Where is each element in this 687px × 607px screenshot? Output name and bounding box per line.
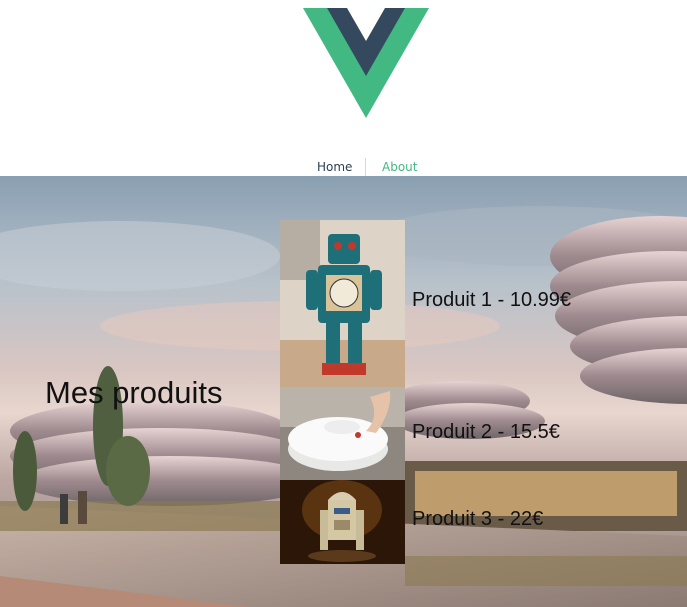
vue-logo [303,8,429,118]
nav-separator [365,158,366,176]
main-nav: Home About [0,152,687,176]
robot-vacuum-icon [280,387,405,480]
product-image-3[interactable] [280,480,405,564]
page-title: Mes produits [45,375,223,410]
app-page: Home About Mes produits Produit 1 - 10.9… [0,0,687,607]
product-image-2[interactable] [280,387,405,480]
nav-link-about[interactable]: About [382,160,417,174]
r2d2-icon [280,480,405,564]
product-label-1: Produit 1 - 10.99€ [412,289,571,311]
nav-link-home[interactable]: Home [317,160,352,174]
product-image-1[interactable] [280,220,405,387]
product-label-2: Produit 2 - 15.5€ [412,421,560,443]
robot-toy-icon [280,220,405,387]
product-label-3: Produit 3 - 22€ [412,508,544,530]
